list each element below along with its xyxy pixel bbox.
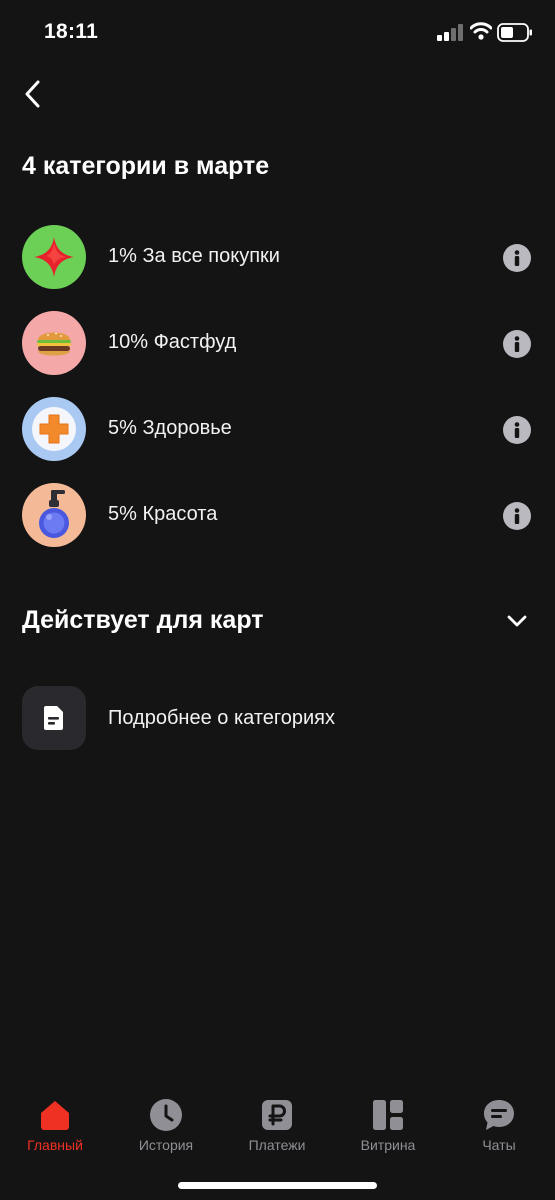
red-star-icon (22, 225, 86, 289)
grid-icon (371, 1098, 405, 1132)
chevron-down-icon (507, 615, 527, 627)
status-bar: 18:11 (0, 0, 555, 66)
home-icon (38, 1098, 72, 1132)
tab-chats[interactable]: Чаты (449, 1088, 549, 1158)
back-button[interactable] (14, 74, 50, 114)
tab-label: Главный (27, 1137, 83, 1153)
info-icon[interactable] (503, 502, 531, 530)
battery-icon (497, 23, 532, 42)
category-label: 10% Фастфуд (108, 331, 237, 353)
tab-history[interactable]: История (116, 1088, 216, 1158)
cards-section-toggle[interactable]: Действует для карт (0, 600, 555, 646)
ruble-icon (260, 1098, 294, 1132)
page-title: 4 категории в марте (22, 152, 270, 180)
category-row[interactable]: 1% За все покупки (0, 225, 555, 311)
category-row[interactable]: 5% Красота (0, 483, 555, 569)
category-label: 5% Здоровье (108, 417, 232, 439)
tab-label: Чаты (482, 1137, 516, 1153)
clock-icon (149, 1098, 183, 1132)
status-time: 18:11 (44, 20, 99, 43)
category-list: 1% За все покупки 10% Фастфуд 5% Здоровь… (0, 225, 555, 569)
category-label: 1% За все покупки (108, 245, 280, 267)
chevron-left-icon (25, 80, 40, 108)
info-icon[interactable] (503, 330, 531, 358)
tab-showcase[interactable]: Витрина (338, 1088, 438, 1158)
category-row[interactable]: 5% Здоровье (0, 397, 555, 483)
details-label: Подробнее о категориях (108, 707, 335, 729)
category-label: 5% Красота (108, 503, 218, 525)
tab-payments[interactable]: Платежи (227, 1088, 327, 1158)
burger-icon (22, 311, 86, 375)
tab-label: История (138, 1137, 194, 1153)
perfume-bottle-icon (22, 483, 86, 547)
home-indicator (178, 1182, 377, 1189)
cards-section-title: Действует для карт (22, 606, 264, 634)
tab-label: Платежи (248, 1137, 306, 1153)
tab-label: Витрина (360, 1137, 416, 1153)
medical-cross-icon (22, 397, 86, 461)
document-icon (22, 686, 86, 750)
screen: 18:11 4 категории в марте 1% За все поку… (0, 0, 555, 1200)
tab-bar: Главный История Платежи Витрина Чаты (0, 1088, 555, 1168)
info-icon[interactable] (503, 244, 531, 272)
details-link[interactable]: Подробнее о категориях (0, 686, 555, 752)
chat-bubble-icon (482, 1098, 516, 1132)
tab-home[interactable]: Главный (5, 1088, 105, 1158)
info-icon[interactable] (503, 416, 531, 444)
category-row[interactable]: 10% Фастфуд (0, 311, 555, 397)
signal-icon (437, 24, 463, 41)
wifi-icon (470, 22, 492, 40)
